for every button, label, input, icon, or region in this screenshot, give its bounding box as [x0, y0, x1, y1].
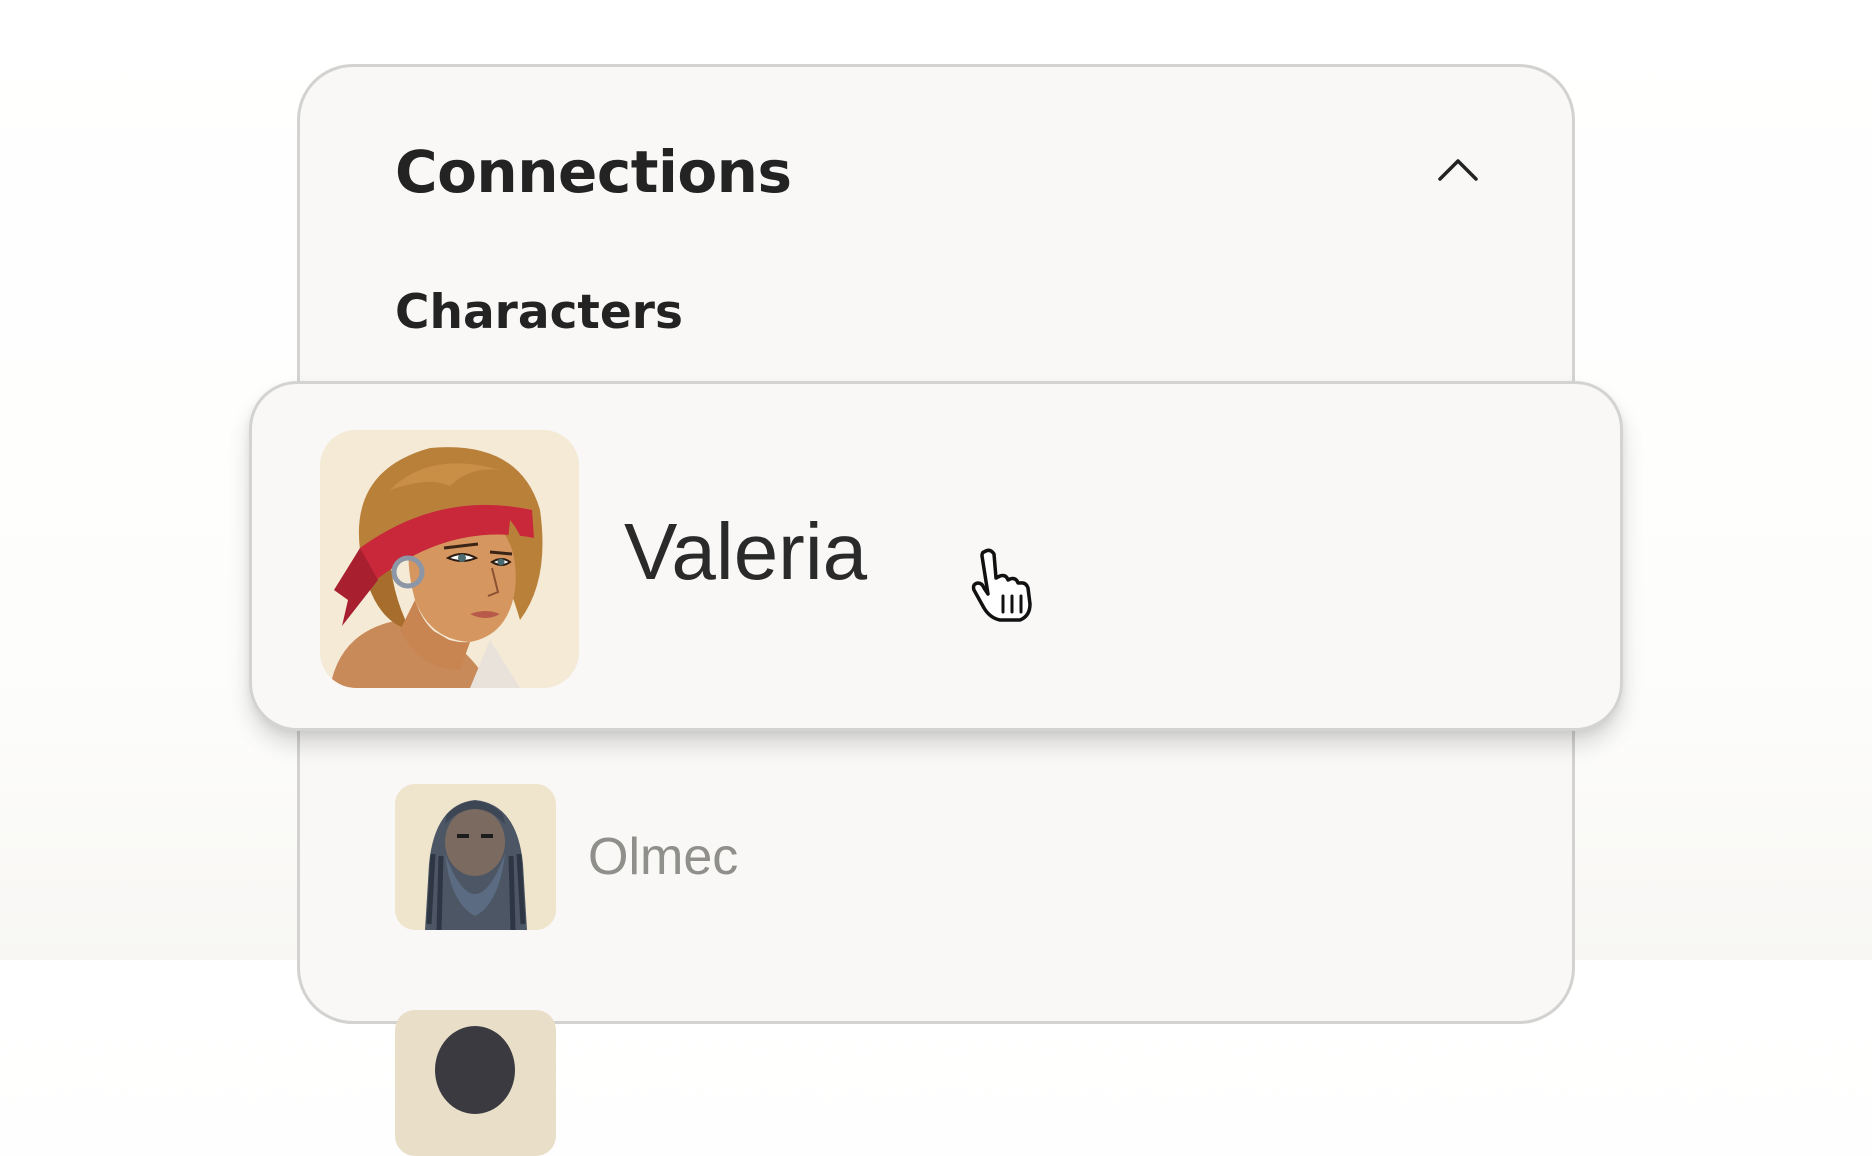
avatar: [320, 430, 579, 688]
section-label-characters: Characters: [395, 285, 683, 340]
avatar: [395, 784, 556, 930]
character-name: Valeria: [624, 507, 868, 596]
list-item[interactable]: [395, 1010, 556, 1156]
chevron-up-icon: [1438, 159, 1478, 181]
character-portrait-icon: [320, 430, 579, 688]
list-item-label: Olmec: [588, 828, 739, 886]
character-portrait-icon: [395, 784, 556, 930]
list-item[interactable]: Olmec: [395, 784, 738, 930]
panel-title: Connections: [395, 138, 792, 206]
character-card-valeria[interactable]: Valeria: [249, 381, 1623, 731]
collapse-button[interactable]: [1426, 138, 1490, 202]
avatar: [395, 1010, 556, 1156]
character-portrait-icon: [395, 1010, 556, 1156]
